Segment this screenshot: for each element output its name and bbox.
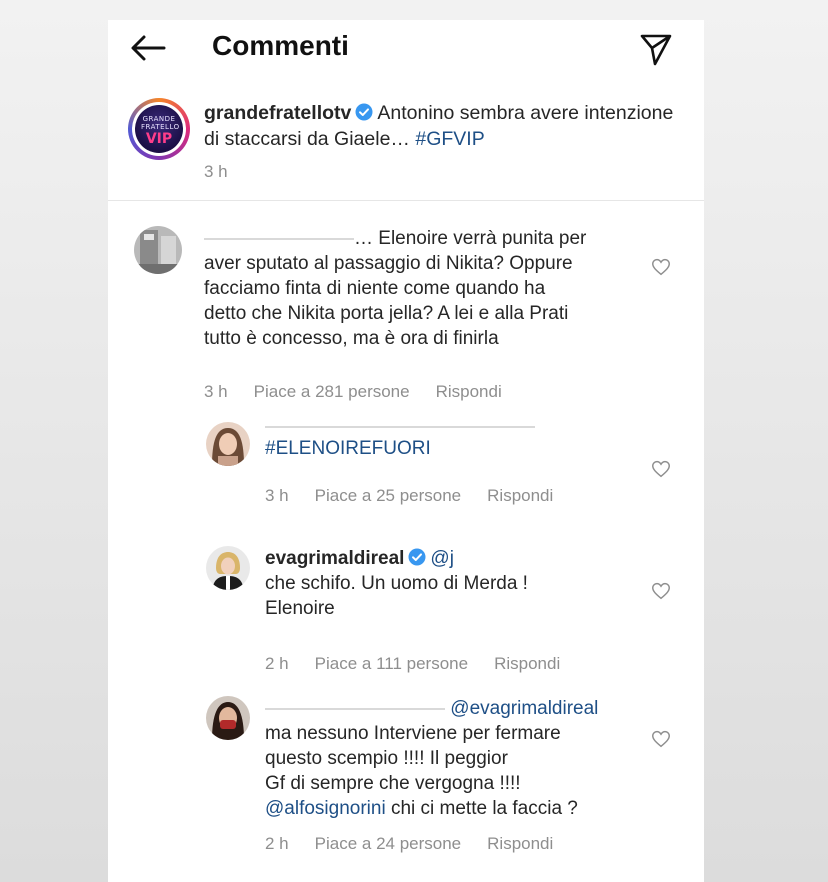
hashtag-link[interactable]: #GFVIP bbox=[415, 128, 484, 150]
mention-link[interactable]: @evagrimaldireal bbox=[450, 698, 598, 719]
redacted-username bbox=[265, 707, 445, 710]
likes-count-link[interactable]: Piace a 111 persone bbox=[315, 654, 468, 673]
reply-button[interactable]: Rispondi bbox=[436, 382, 502, 401]
avatar[interactable] bbox=[206, 696, 250, 740]
mention-link[interactable]: @alfosignorini bbox=[265, 798, 386, 819]
post-caption: GRANDE FRATELLO VIP grandefratellotv Anto… bbox=[108, 90, 704, 202]
like-heart-icon[interactable] bbox=[650, 580, 672, 602]
back-arrow-icon[interactable] bbox=[128, 32, 168, 64]
comment-time: 2 h bbox=[265, 654, 289, 673]
comment-text: … Elenoire verrà punita per aver sputato… bbox=[204, 228, 587, 349]
mention-link[interactable]: @j bbox=[430, 548, 454, 569]
reply-button[interactable]: Rispondi bbox=[494, 654, 560, 673]
username-fragment: … bbox=[354, 228, 373, 249]
comment-meta: 2 h Piace a 24 persone Rispondi bbox=[265, 834, 579, 854]
reply-item: evagrimaldireal @j che schifo. Un uomo di… bbox=[108, 546, 704, 673]
share-send-icon[interactable] bbox=[636, 28, 676, 68]
likes-count-link[interactable]: Piace a 281 persone bbox=[254, 382, 410, 401]
hashtag-link[interactable]: #ELENOIREFUORI bbox=[265, 438, 431, 459]
comment-text: @evagrimaldireal ma nessuno Interviene p… bbox=[265, 698, 599, 819]
avatar[interactable]: GRANDE FRATELLO VIP bbox=[128, 98, 190, 160]
like-heart-icon[interactable] bbox=[650, 256, 672, 278]
redacted-username bbox=[265, 426, 535, 428]
comment-item: … Elenoire verrà punita per aver sputato… bbox=[108, 226, 704, 401]
post-timestamp: 3 h bbox=[204, 162, 228, 181]
verified-badge-icon bbox=[408, 548, 426, 566]
likes-count-link[interactable]: Piace a 24 persone bbox=[315, 834, 462, 853]
post-username[interactable]: grandefratellotv bbox=[204, 102, 351, 124]
divider bbox=[108, 200, 704, 201]
comments-screen: Commenti GRANDE FRATELLO VIP grandefrate… bbox=[108, 20, 704, 882]
reply-button[interactable]: Rispondi bbox=[487, 834, 553, 853]
redacted-username bbox=[204, 237, 354, 240]
comment-text: #ELENOIREFUORI bbox=[265, 426, 625, 461]
like-heart-icon[interactable] bbox=[650, 458, 672, 480]
reply-item: #ELENOIREFUORI 3 h Piace a 25 persone Risp… bbox=[108, 422, 704, 512]
gf-vip-logo: GRANDE FRATELLO VIP bbox=[135, 105, 183, 153]
reply-item: @evagrimaldireal ma nessuno Interviene p… bbox=[108, 696, 704, 856]
comment-time: 3 h bbox=[204, 382, 228, 401]
comment-time: 2 h bbox=[265, 834, 289, 853]
reply-button[interactable]: Rispondi bbox=[487, 486, 553, 505]
avatar[interactable] bbox=[206, 422, 250, 466]
likes-count-link[interactable]: Piace a 25 persone bbox=[315, 486, 462, 505]
comment-meta: 2 h Piace a 111 persone Rispondi bbox=[265, 654, 586, 674]
comment-text: evagrimaldireal @j che schifo. Un uomo di… bbox=[265, 548, 528, 619]
page-title: Commenti bbox=[212, 30, 349, 61]
header-bar: Commenti bbox=[108, 20, 704, 76]
avatar[interactable] bbox=[206, 546, 250, 590]
comment-meta: 3 h Piace a 281 persone Rispondi bbox=[204, 382, 528, 402]
avatar[interactable] bbox=[134, 226, 182, 274]
comment-time: 3 h bbox=[265, 486, 289, 505]
like-heart-icon[interactable] bbox=[650, 728, 672, 750]
caption-text: grandefratellotv Antonino sembra avere in… bbox=[204, 100, 684, 152]
comment-username[interactable]: evagrimaldireal bbox=[265, 548, 404, 569]
comment-meta: 3 h Piace a 25 persone Rispondi bbox=[265, 486, 579, 506]
verified-badge-icon bbox=[355, 103, 373, 121]
